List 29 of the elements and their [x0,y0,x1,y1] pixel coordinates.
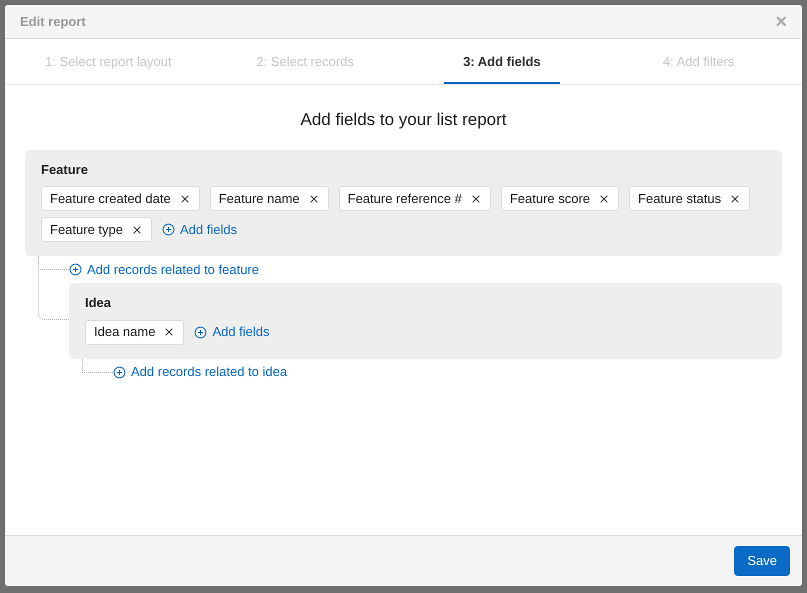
add-link[interactable]: Add fields [162,220,238,240]
record-title: Idea [85,294,112,312]
remove-icon[interactable] [131,224,143,236]
step-tab[interactable]: 3: Add fields [444,39,560,84]
plus-circle-icon [194,326,208,338]
remove-icon[interactable] [163,326,176,338]
record-title: Feature [41,160,89,178]
add-link[interactable]: Add records related to feature [69,260,259,280]
remove-icon[interactable] [178,192,191,204]
field-label: Feature status [638,190,722,208]
plus-circle-icon [162,223,175,236]
connector-line [82,358,113,372]
remove-icon[interactable] [308,192,320,204]
save-button[interactable]: Save [734,546,790,576]
field-label: Feature created date [50,190,171,208]
field-label: Feature score [510,190,590,208]
plus-circle-icon [69,263,82,276]
remove-icon[interactable] [729,192,742,204]
add-link[interactable]: Add fields [194,322,270,342]
page-heading: Add fields to your list report [300,109,508,131]
field-label: Feature reference # [348,190,462,208]
plus-circle-icon [113,366,126,378]
remove-icon[interactable] [470,192,482,204]
remove-icon[interactable] [598,192,610,204]
dialog-title: Edit report [20,12,86,31]
add-link[interactable]: Add records related to idea [113,362,288,382]
field-label: Feature type [50,220,123,239]
field-label: Idea name [94,323,156,342]
field-label: Feature name [218,190,300,208]
